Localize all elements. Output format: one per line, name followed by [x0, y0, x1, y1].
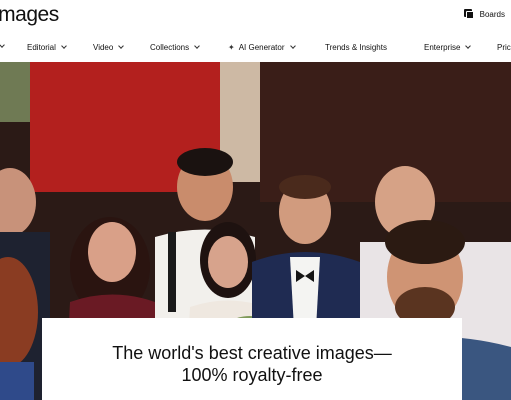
- boards-icon: [463, 9, 474, 19]
- chevron-down-icon: [465, 43, 472, 49]
- chevron-down-icon: [61, 43, 67, 49]
- nav-item-label: Pric: [497, 43, 511, 52]
- hero-tagline: The world's best creative images— 100% r…: [42, 342, 462, 386]
- hero-tagline-line1: The world's best creative images—: [112, 343, 392, 363]
- nav-item-label: Trends & Insights: [325, 43, 387, 52]
- main-nav: Editorial Video Collections ✦ AI Generat…: [0, 38, 511, 60]
- chevron-down-icon[interactable]: [0, 42, 5, 48]
- nav-item-trends[interactable]: Trends & Insights: [325, 43, 387, 52]
- chevron-down-icon: [118, 43, 125, 49]
- site-logo[interactable]: images: [0, 3, 59, 27]
- nav-item-label: Video: [93, 43, 114, 52]
- chevron-down-icon: [289, 43, 296, 49]
- boards-label: Boards: [479, 9, 505, 19]
- nav-item-enterprise[interactable]: Enterprise: [424, 43, 472, 52]
- nav-item-label: AI Generator: [238, 43, 285, 52]
- nav-item-editorial[interactable]: Editorial: [27, 43, 67, 52]
- site-header: images Boards: [0, 0, 511, 34]
- nav-item-label: Editorial: [27, 43, 56, 52]
- hero-tagline-line2: 100% royalty-free: [181, 365, 323, 385]
- hero-tagline-card: The world's best creative images— 100% r…: [42, 318, 462, 400]
- nav-item-label: Collections: [150, 43, 190, 52]
- nav-item-pricing[interactable]: Pric: [497, 43, 511, 52]
- boards-button[interactable]: Boards: [463, 9, 505, 19]
- nav-item-ai-generator[interactable]: ✦ AI Generator: [228, 43, 296, 52]
- nav-item-collections[interactable]: Collections: [150, 43, 200, 52]
- sparkle-icon: ✦: [228, 43, 235, 52]
- nav-item-video[interactable]: Video: [93, 43, 125, 52]
- nav-item-label: Enterprise: [424, 43, 461, 52]
- chevron-down-icon: [194, 43, 200, 49]
